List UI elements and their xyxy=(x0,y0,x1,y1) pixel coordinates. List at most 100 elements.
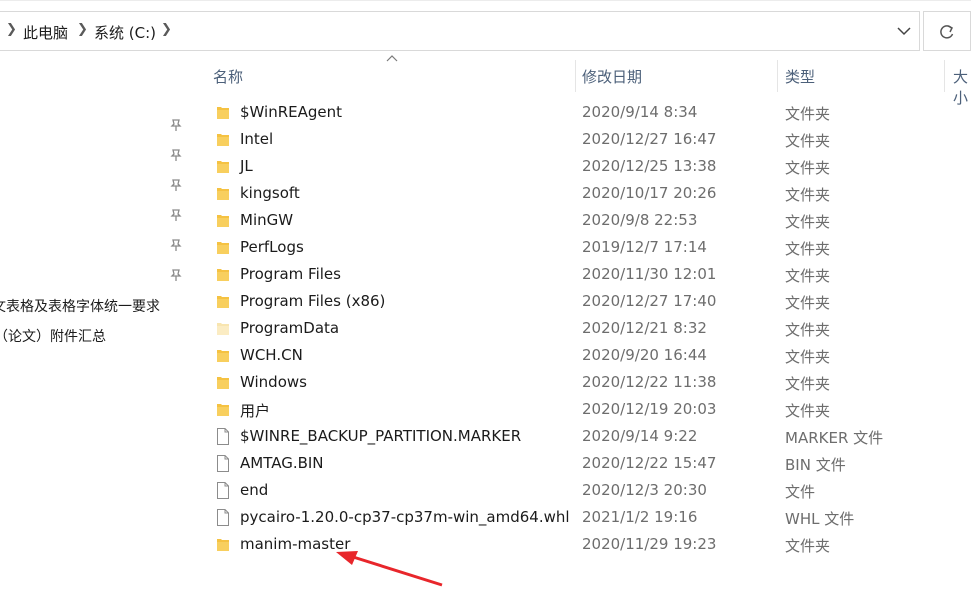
file-type: 文件夹 xyxy=(785,186,831,204)
file-type: BIN 文件 xyxy=(785,456,846,474)
file-modified-date: 2020/9/20 16:44 xyxy=(582,346,707,364)
nav-item-quick-access[interactable]: 文表格及表格字体统一要求 xyxy=(0,296,160,316)
file-list: $WinREAgent 2020/9/14 8:34 文件夹 Intel 2020/12… xyxy=(190,99,971,558)
file-icon xyxy=(217,482,229,499)
file-type: 文件夹 xyxy=(785,240,831,258)
file-modified-date: 2020/12/27 17:40 xyxy=(582,292,717,310)
file-row[interactable]: manim-master 2020/11/29 19:23 文件夹 xyxy=(190,531,971,558)
refresh-button[interactable] xyxy=(923,11,971,51)
column-header-name[interactable]: 名称 xyxy=(213,66,243,87)
nav-item-quick-access[interactable]: （论文）附件汇总 xyxy=(0,326,106,346)
file-row[interactable]: Windows 2020/12/22 11:38 文件夹 xyxy=(190,369,971,396)
pin-icon[interactable] xyxy=(169,208,183,222)
file-row[interactable]: kingsoft 2020/10/17 20:26 文件夹 xyxy=(190,180,971,207)
pin-icon[interactable] xyxy=(169,268,183,282)
file-name[interactable]: end xyxy=(240,481,268,499)
file-name[interactable]: PerfLogs xyxy=(240,238,304,256)
file-name[interactable]: JL xyxy=(240,157,253,175)
column-header-type[interactable]: 类型 xyxy=(785,66,815,87)
file-name[interactable]: pycairo-1.20.0-cp37-cp37m-win_amd64.whl xyxy=(240,508,570,526)
file-name[interactable]: MinGW xyxy=(240,211,293,229)
file-row[interactable]: end 2020/12/3 20:30 文件 xyxy=(190,477,971,504)
file-row[interactable]: Program Files 2020/11/30 12:01 文件夹 xyxy=(190,261,971,288)
file-name[interactable]: 用户 xyxy=(240,400,270,421)
pin-icon[interactable] xyxy=(169,148,183,162)
file-icon xyxy=(217,455,229,472)
file-type: 文件夹 xyxy=(785,213,831,231)
file-name[interactable]: AMTAG.BIN xyxy=(240,454,324,472)
file-name[interactable]: WCH.CN xyxy=(240,346,303,364)
file-type: 文件夹 xyxy=(785,537,831,555)
file-modified-date: 2020/10/17 20:26 xyxy=(582,184,717,202)
folder-icon xyxy=(217,215,229,227)
file-modified-date: 2019/12/7 17:14 xyxy=(582,238,707,256)
file-type: 文件夹 xyxy=(785,321,831,339)
column-divider[interactable] xyxy=(575,60,576,92)
file-row[interactable]: JL 2020/12/25 13:38 文件夹 xyxy=(190,153,971,180)
chevron-down-icon[interactable] xyxy=(893,21,915,41)
folder-icon xyxy=(217,107,229,119)
file-row[interactable]: MinGW 2020/9/8 22:53 文件夹 xyxy=(190,207,971,234)
file-name[interactable]: Windows xyxy=(240,373,307,391)
folder-icon xyxy=(217,242,229,254)
file-type: 文件夹 xyxy=(785,402,831,420)
file-type: 文件夹 xyxy=(785,267,831,285)
file-name[interactable]: Intel xyxy=(240,130,273,148)
chevron-right-icon[interactable]: ❯ xyxy=(161,22,172,37)
folder-icon xyxy=(217,539,229,551)
file-row[interactable]: pycairo-1.20.0-cp37-cp37m-win_amd64.whl 2… xyxy=(190,504,971,531)
file-row[interactable]: Program Files (x86) 2020/12/27 17:40 文件夹 xyxy=(190,288,971,315)
file-name[interactable]: $WinREAgent xyxy=(240,103,342,121)
file-type: 文件夹 xyxy=(785,375,831,393)
file-modified-date: 2020/11/29 19:23 xyxy=(582,535,717,553)
column-divider[interactable] xyxy=(777,60,778,92)
file-type: 文件夹 xyxy=(785,159,831,177)
column-header-date[interactable]: 修改日期 xyxy=(582,66,642,87)
pin-icon[interactable] xyxy=(169,238,183,252)
file-name[interactable]: $WINRE_BACKUP_PARTITION.MARKER xyxy=(240,427,521,445)
file-row[interactable]: $WinREAgent 2020/9/14 8:34 文件夹 xyxy=(190,99,971,126)
file-row[interactable]: WCH.CN 2020/9/20 16:44 文件夹 xyxy=(190,342,971,369)
file-row[interactable]: $WINRE_BACKUP_PARTITION.MARKER 2020/9/14 … xyxy=(190,423,971,450)
file-type: 文件夹 xyxy=(785,348,831,366)
folder-icon xyxy=(217,134,229,146)
file-modified-date: 2020/12/27 16:47 xyxy=(582,130,717,148)
folder-icon xyxy=(217,350,229,362)
file-modified-date: 2020/12/19 20:03 xyxy=(582,400,717,418)
file-modified-date: 2020/9/8 22:53 xyxy=(582,211,698,229)
file-modified-date: 2020/12/21 8:32 xyxy=(582,319,707,337)
chevron-right-icon[interactable]: ❯ xyxy=(77,22,88,37)
file-modified-date: 2020/9/14 9:22 xyxy=(582,427,698,445)
file-modified-date: 2020/12/22 11:38 xyxy=(582,373,717,391)
chevron-right-icon[interactable]: ❯ xyxy=(6,22,17,37)
breadcrumb-this-pc[interactable]: 此电脑 xyxy=(23,22,68,43)
pin-icon[interactable] xyxy=(169,118,183,132)
file-name[interactable]: Program Files (x86) xyxy=(240,292,385,310)
file-row[interactable]: ProgramData 2020/12/21 8:32 文件夹 xyxy=(190,315,971,342)
file-type: WHL 文件 xyxy=(785,510,855,528)
file-row[interactable]: PerfLogs 2019/12/7 17:14 文件夹 xyxy=(190,234,971,261)
pin-icon[interactable] xyxy=(169,178,183,192)
sort-ascending-icon xyxy=(386,55,398,62)
file-row[interactable]: AMTAG.BIN 2020/12/22 15:47 BIN 文件 xyxy=(190,450,971,477)
file-modified-date: 2020/12/25 13:38 xyxy=(582,157,717,175)
folder-icon xyxy=(217,296,229,308)
file-modified-date: 2021/1/2 19:16 xyxy=(582,508,698,526)
column-divider[interactable] xyxy=(944,60,945,92)
file-name[interactable]: Program Files xyxy=(240,265,341,283)
file-name[interactable]: kingsoft xyxy=(240,184,300,202)
file-type: MARKER 文件 xyxy=(785,429,884,447)
file-type: 文件夹 xyxy=(785,294,831,312)
file-type: 文件 xyxy=(785,483,816,501)
file-row[interactable]: 用户 2020/12/19 20:03 文件夹 xyxy=(190,396,971,423)
navigation-pane: 文表格及表格字体统一要求 （论文）附件汇总 xyxy=(0,52,190,611)
address-bar[interactable]: ❯ 此电脑 ❯ 系统 (C:) ❯ xyxy=(0,11,920,51)
file-row[interactable]: Intel 2020/12/27 16:47 文件夹 xyxy=(190,126,971,153)
folder-icon xyxy=(217,161,229,173)
folder-icon xyxy=(217,188,229,200)
file-name[interactable]: ProgramData xyxy=(240,319,339,337)
file-modified-date: 2020/11/30 12:01 xyxy=(582,265,717,283)
red-arrow-annotation xyxy=(336,551,443,587)
file-modified-date: 2020/12/3 20:30 xyxy=(582,481,707,499)
breadcrumb-drive-c[interactable]: 系统 (C:) xyxy=(94,22,156,43)
